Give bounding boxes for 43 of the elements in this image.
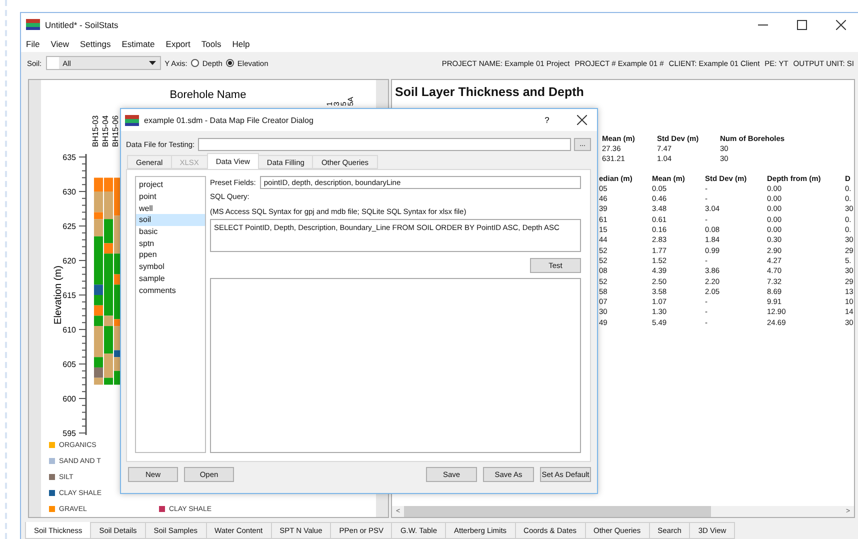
tick-label: 610	[62, 326, 76, 334]
borehole-label: BH15-03	[91, 115, 100, 147]
menu-item[interactable]: Tools	[201, 39, 226, 49]
help-button[interactable]: ?	[532, 115, 562, 125]
report-title: Soil Layer Thickness and Depth	[394, 84, 585, 101]
borehole-label: BH15-04	[101, 115, 110, 147]
app-logo-icon	[26, 19, 40, 30]
list-item[interactable]: comments	[136, 284, 205, 296]
menu-item[interactable]: Estimate	[122, 39, 160, 49]
tick-label: 595	[62, 429, 76, 437]
borehole-label: BH15-06	[111, 115, 120, 147]
list-item[interactable]: ppen	[136, 249, 205, 261]
list-item[interactable]: symbol	[136, 260, 205, 272]
list-item[interactable]: project	[136, 179, 205, 191]
menu-item[interactable]: Export	[166, 39, 196, 49]
chart-title: Borehole Name	[170, 89, 246, 101]
window-title: Untitled* - SoilStats	[45, 20, 120, 30]
tick-label: 620	[62, 256, 76, 266]
list-item[interactable]: basic	[136, 226, 205, 238]
menu-item[interactable]: File	[26, 39, 45, 49]
axis-label: Elevation (m)	[53, 266, 64, 324]
close-icon	[577, 115, 587, 125]
maximize-icon	[797, 20, 807, 30]
tick-label: 625	[62, 222, 76, 231]
scroll-thumb[interactable]	[404, 506, 711, 517]
list-item[interactable]: soil	[136, 214, 205, 226]
dropdown-arrow-icon	[148, 61, 156, 65]
list-item[interactable]: sptn	[136, 237, 205, 250]
data-file-field[interactable]	[198, 138, 571, 150]
dialog-title: example 01.sdm - Data Map File Creator Dialog	[144, 116, 314, 124]
menu-item[interactable]: View	[50, 39, 74, 49]
tick-label: 630	[62, 188, 76, 196]
menu-item[interactable]: Settings	[80, 39, 116, 49]
list-item[interactable]: point	[136, 190, 205, 202]
tick-label: 635	[62, 153, 76, 162]
tick-label: 615	[62, 291, 76, 300]
tick-label: 600	[62, 394, 76, 404]
menu-item[interactable]: Help	[232, 39, 255, 49]
list-item[interactable]: sample	[136, 272, 205, 284]
close-icon	[836, 20, 846, 30]
app-logo-icon	[125, 114, 139, 126]
tick-label: 605	[62, 360, 76, 369]
list-item[interactable]: well	[136, 202, 205, 214]
